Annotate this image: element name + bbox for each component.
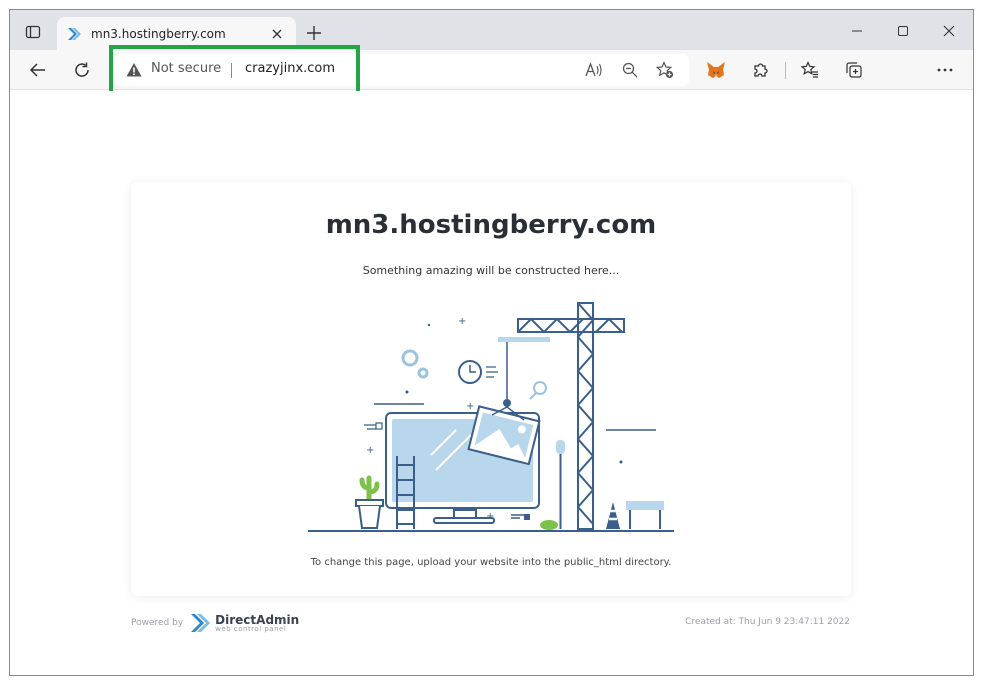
- address-highlight-annotation: [109, 45, 360, 95]
- star-add-icon: [656, 61, 674, 79]
- settings-more-button[interactable]: [929, 55, 961, 85]
- add-favorite-button[interactable]: [654, 59, 676, 81]
- brand-name: DirectAdmin: [215, 612, 300, 627]
- favorites-icon: [801, 61, 818, 78]
- maximize-button[interactable]: [880, 18, 926, 44]
- arrow-left-icon: [29, 63, 45, 77]
- svg-text:+: +: [486, 511, 494, 522]
- directadmin-brand[interactable]: DirectAdmin web control panel: [215, 614, 299, 633]
- close-icon: [943, 25, 955, 37]
- minimize-button[interactable]: [834, 18, 880, 44]
- svg-text:+: +: [466, 401, 474, 412]
- directadmin-favicon-icon: [68, 28, 81, 40]
- refresh-button[interactable]: [66, 55, 98, 85]
- page-subtitle: Something amazing will be constructed he…: [362, 264, 620, 277]
- zoom-out-button[interactable]: [619, 59, 641, 81]
- tab-actions-icon: [25, 25, 41, 39]
- tab-close-button[interactable]: [268, 25, 286, 43]
- extensions-button[interactable]: [745, 55, 777, 85]
- toolbar-divider: [785, 62, 786, 79]
- refresh-icon: [75, 62, 89, 77]
- maximize-icon: [898, 26, 908, 36]
- brand-tagline: web control panel: [215, 624, 287, 633]
- close-icon: [272, 29, 282, 39]
- collections-icon: [846, 62, 862, 78]
- collections-button[interactable]: [838, 55, 870, 85]
- svg-text:+: +: [366, 445, 374, 456]
- read-aloud-button[interactable]: [583, 59, 605, 81]
- back-button[interactable]: [22, 55, 54, 85]
- more-icon: [937, 68, 953, 72]
- new-tab-button[interactable]: [302, 21, 326, 45]
- metamask-extension-button[interactable]: [700, 55, 732, 85]
- created-timestamp: Created at: Thu Jun 9 23:47:11 2022: [685, 617, 850, 627]
- close-window-button[interactable]: [926, 18, 972, 44]
- browser-window: mn3.hostingberry.com Not secure crazyjin…: [9, 9, 974, 676]
- construction-illustration: + + + +: [308, 302, 674, 532]
- directadmin-logo-icon: [191, 614, 211, 632]
- tab-title: mn3.hostingberry.com: [91, 27, 226, 41]
- svg-text:+: +: [458, 316, 466, 327]
- title-bar: mn3.hostingberry.com: [10, 10, 973, 51]
- placeholder-card: mn3.hostingberry.com Something amazing w…: [131, 182, 851, 596]
- read-aloud-icon: [585, 62, 602, 77]
- puzzle-icon: [754, 63, 768, 77]
- favorites-button[interactable]: [794, 55, 826, 85]
- powered-label: Powered by: [131, 618, 184, 628]
- metamask-fox-icon: [707, 62, 725, 78]
- page-title: mn3.hostingberry.com: [325, 210, 657, 240]
- upload-instruction: To change this page, upload your website…: [310, 557, 672, 568]
- plus-icon: [307, 26, 321, 40]
- zoom-out-icon: [622, 62, 638, 78]
- tab-actions-button[interactable]: [18, 19, 48, 45]
- page-viewport: mn3.hostingberry.com Something amazing w…: [10, 91, 973, 675]
- powered-by: Powered by DirectAdmin web control panel: [131, 611, 299, 635]
- minimize-icon: [852, 30, 862, 32]
